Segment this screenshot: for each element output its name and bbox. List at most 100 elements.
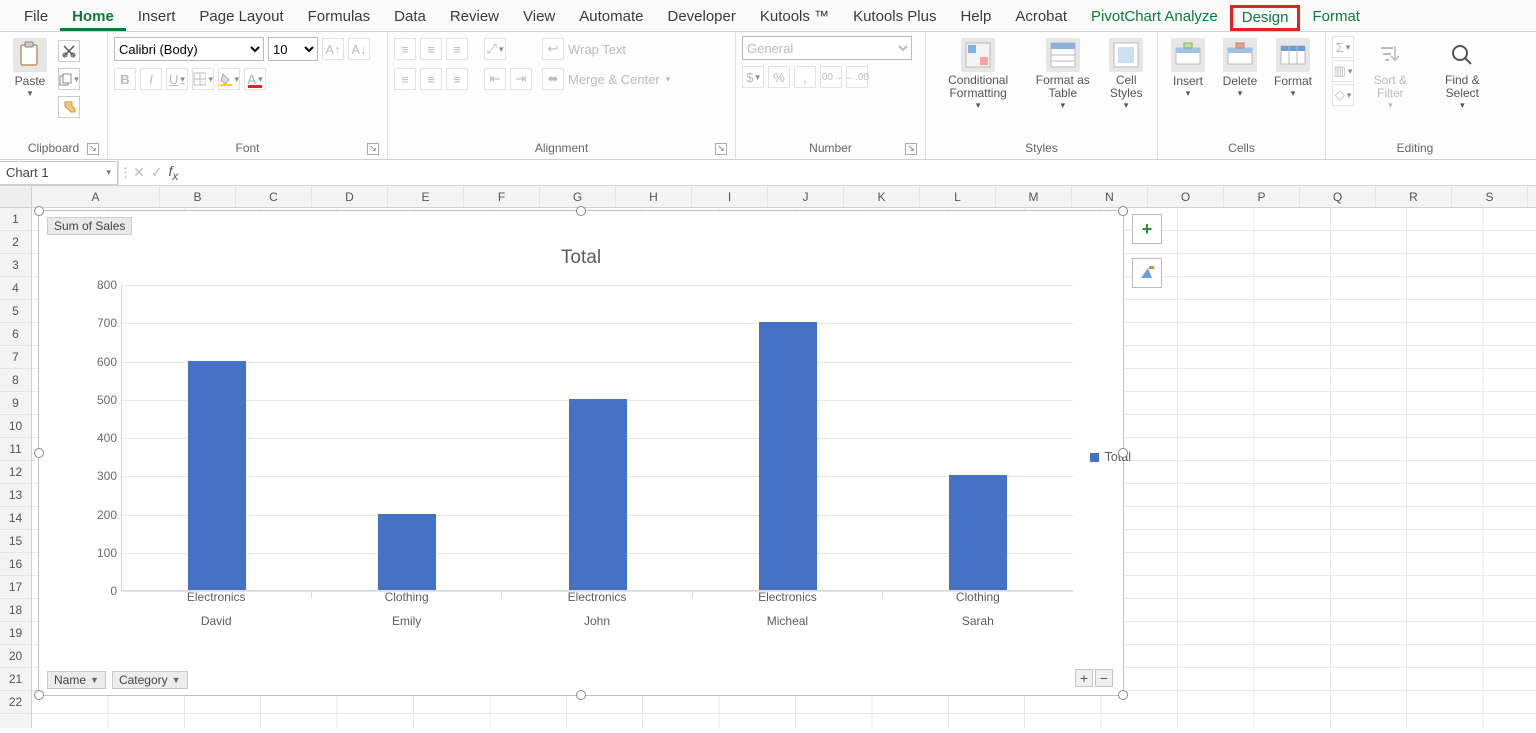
number-launcher[interactable]: ↘ [905, 143, 917, 155]
fx-icon[interactable]: fx [168, 163, 178, 183]
wrap-text-button[interactable]: ↩Wrap Text [542, 36, 670, 62]
column-header[interactable]: P [1224, 186, 1300, 207]
row-header[interactable]: 9 [0, 392, 31, 415]
find-select-button[interactable]: Find & Select▾ [1427, 36, 1498, 113]
row-header[interactable]: 20 [0, 645, 31, 668]
row-header[interactable]: 7 [0, 346, 31, 369]
column-header[interactable]: J [768, 186, 844, 207]
conditional-formatting-button[interactable]: Conditional Formatting▾ [932, 36, 1024, 113]
chart-styles-button[interactable] [1132, 258, 1162, 288]
formula-input[interactable] [184, 161, 1536, 185]
clipboard-launcher[interactable]: ↘ [87, 143, 99, 155]
column-header[interactable]: L [920, 186, 996, 207]
tab-pivotchart-analyze[interactable]: PivotChart Analyze [1079, 4, 1230, 31]
column-header[interactable]: R [1376, 186, 1452, 207]
align-right-button[interactable]: ≡ [446, 68, 468, 90]
insert-cells-button[interactable]: Insert▾ [1164, 36, 1212, 101]
format-cells-button[interactable]: Format▾ [1268, 36, 1318, 101]
tab-kutools-plus[interactable]: Kutools Plus [841, 4, 948, 31]
chart-handle[interactable] [1118, 448, 1128, 458]
underline-button[interactable]: U [166, 68, 188, 90]
cell-grid[interactable]: Sum of Sales Total 010020030040050060070… [32, 208, 1536, 728]
decrease-font-button[interactable]: A↓ [348, 38, 370, 60]
font-color-button[interactable]: A [244, 68, 266, 90]
column-header[interactable]: A [32, 186, 160, 207]
chart-bar[interactable] [569, 399, 627, 590]
align-center-button[interactable]: ≡ [420, 68, 442, 90]
align-bottom-button[interactable]: ≡ [446, 38, 468, 60]
column-header[interactable]: Q [1300, 186, 1376, 207]
row-header[interactable]: 17 [0, 576, 31, 599]
row-header[interactable]: 6 [0, 323, 31, 346]
column-header[interactable]: D [312, 186, 388, 207]
chart-bar[interactable] [378, 514, 436, 591]
tab-review[interactable]: Review [438, 4, 511, 31]
column-header[interactable]: K [844, 186, 920, 207]
cell-styles-button[interactable]: Cell Styles▾ [1101, 36, 1151, 113]
column-header[interactable]: G [540, 186, 616, 207]
number-format-select[interactable]: General [742, 36, 912, 60]
pivot-axis-field-name[interactable]: Name [47, 671, 106, 689]
chart-elements-button[interactable]: + [1132, 214, 1162, 244]
autosum-button[interactable]: Σ [1332, 36, 1354, 58]
column-header[interactable]: E [388, 186, 464, 207]
align-top-button[interactable]: ≡ [394, 38, 416, 60]
chart-bar[interactable] [759, 322, 817, 590]
align-left-button[interactable]: ≡ [394, 68, 416, 90]
row-header[interactable]: 14 [0, 507, 31, 530]
row-header[interactable]: 2 [0, 231, 31, 254]
cancel-formula-icon[interactable]: ✕ [133, 164, 145, 181]
row-header[interactable]: 3 [0, 254, 31, 277]
chart-handle[interactable] [34, 206, 44, 216]
chart-handle[interactable] [1118, 690, 1128, 700]
chart-handle[interactable] [576, 690, 586, 700]
column-header[interactable]: H [616, 186, 692, 207]
enter-formula-icon[interactable]: ✓ [151, 164, 163, 181]
column-header[interactable]: M [996, 186, 1072, 207]
row-header[interactable]: 15 [0, 530, 31, 553]
font-launcher[interactable]: ↘ [367, 143, 379, 155]
bold-button[interactable]: B [114, 68, 136, 90]
fill-color-button[interactable] [218, 68, 240, 90]
tab-help[interactable]: Help [948, 4, 1003, 31]
percent-button[interactable]: % [768, 66, 790, 88]
tab-design[interactable]: Design [1230, 5, 1301, 31]
chart-plot-area[interactable]: 0100200300400500600700800 ElectronicsDav… [83, 285, 1073, 629]
pivot-value-field-button[interactable]: Sum of Sales [47, 217, 132, 235]
tab-page-layout[interactable]: Page Layout [187, 4, 295, 31]
chart-handle[interactable] [34, 690, 44, 700]
column-header[interactable]: O [1148, 186, 1224, 207]
tab-insert[interactable]: Insert [126, 4, 188, 31]
tab-kutools[interactable]: Kutools ™ [748, 4, 841, 31]
font-name-select[interactable]: Calibri (Body) [114, 37, 264, 61]
select-all-corner[interactable] [0, 186, 31, 208]
tab-developer[interactable]: Developer [655, 4, 747, 31]
chart-handle[interactable] [34, 448, 44, 458]
increase-font-button[interactable]: A↑ [322, 38, 344, 60]
chart-title[interactable]: Total [39, 211, 1123, 269]
increase-indent-button[interactable]: ⇥ [510, 68, 532, 90]
tab-format[interactable]: Format [1300, 4, 1372, 31]
column-header[interactable]: N [1072, 186, 1148, 207]
chart-handle[interactable] [1118, 206, 1128, 216]
chart-bar[interactable] [188, 361, 246, 591]
sort-filter-button[interactable]: Sort & Filter▾ [1358, 36, 1423, 113]
row-header[interactable]: 19 [0, 622, 31, 645]
fill-button[interactable]: ▥ [1332, 60, 1354, 82]
merge-center-button[interactable]: ⬌Merge & Center▾ [542, 66, 670, 92]
row-header[interactable]: 1 [0, 208, 31, 231]
row-header[interactable]: 21 [0, 668, 31, 691]
row-header[interactable]: 4 [0, 277, 31, 300]
row-header[interactable]: 18 [0, 599, 31, 622]
chart-handle[interactable] [576, 206, 586, 216]
column-header[interactable]: C [236, 186, 312, 207]
format-as-table-button[interactable]: Format as Table▾ [1028, 36, 1097, 113]
delete-cells-button[interactable]: Delete▾ [1216, 36, 1264, 101]
row-header[interactable]: 11 [0, 438, 31, 461]
chart-bar[interactable] [949, 475, 1007, 590]
column-header[interactable]: S [1452, 186, 1528, 207]
tab-formulas[interactable]: Formulas [296, 4, 383, 31]
tab-data[interactable]: Data [382, 4, 438, 31]
row-header[interactable]: 13 [0, 484, 31, 507]
tab-file[interactable]: File [12, 4, 60, 31]
